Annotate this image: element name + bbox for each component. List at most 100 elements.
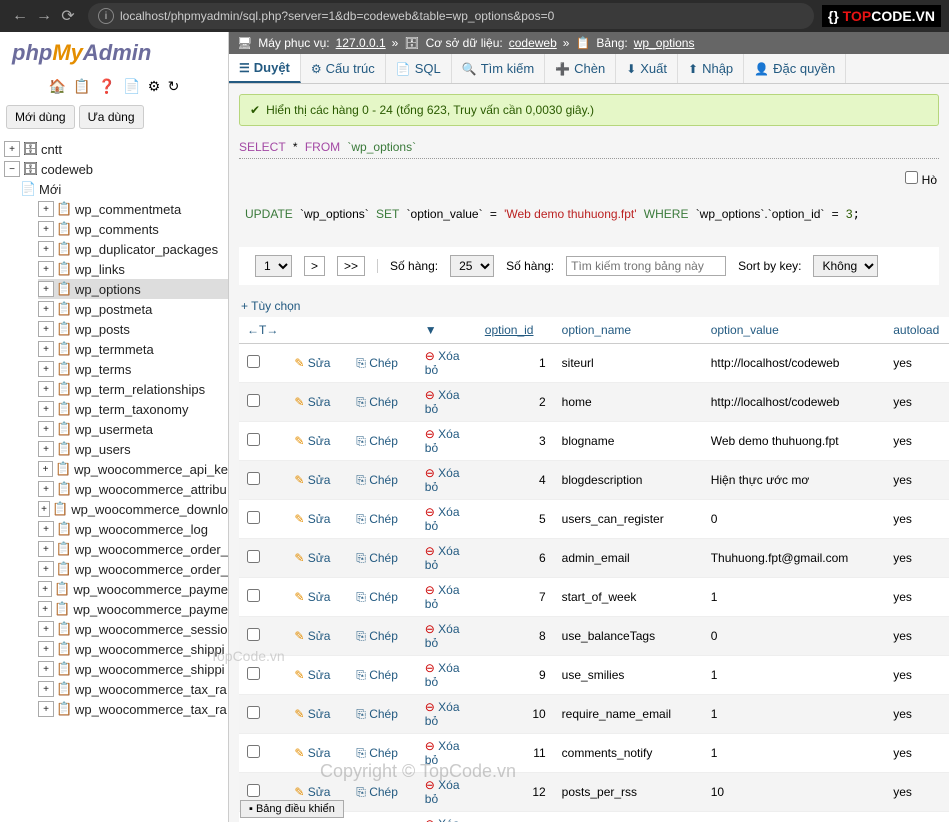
sort-key-select[interactable]: Không: [813, 255, 878, 277]
col-option-value[interactable]: option_value: [703, 317, 886, 344]
reload-nav-icon[interactable]: ↻: [168, 78, 180, 94]
tree-table-wp_woocommerce_tax_ra[interactable]: +📋wp_woocommerce_tax_ra: [38, 679, 228, 699]
profile-checkbox[interactable]: [905, 171, 918, 184]
row-checkbox[interactable]: [247, 394, 260, 407]
logout-icon[interactable]: 📋: [73, 78, 90, 94]
row-checkbox[interactable]: [247, 628, 260, 641]
edit-link[interactable]: ✎ Sửa: [286, 500, 348, 539]
copy-link[interactable]: ⎘ Chép: [348, 344, 417, 383]
tree-table-wp_term_taxonomy[interactable]: +📋wp_term_taxonomy: [38, 399, 228, 419]
tree-table-wp_woocommerce_api_ke[interactable]: +📋wp_woocommerce_api_ke: [38, 459, 228, 479]
tab-chèn[interactable]: ➕Chèn: [545, 54, 616, 83]
edit-link[interactable]: ✎ Sửa: [286, 617, 348, 656]
tree-table-wp_woocommerce_order_[interactable]: +📋wp_woocommerce_order_: [38, 539, 228, 559]
delete-link[interactable]: ⊖ Xóa bỏ: [417, 500, 477, 539]
edit-link[interactable]: ✎ Sửa: [286, 695, 348, 734]
settings-icon[interactable]: ⚙: [148, 78, 161, 94]
copy-link[interactable]: ⎘ Chép: [348, 461, 417, 500]
copy-link[interactable]: ⎘ Chép: [348, 812, 417, 822]
page-select[interactable]: 1: [255, 255, 292, 277]
tree-table-wp_woocommerce_tax_ra[interactable]: +📋wp_woocommerce_tax_ra: [38, 699, 228, 719]
last-page-button[interactable]: >>: [337, 256, 365, 276]
tree-db-codeweb[interactable]: −🗄codeweb: [0, 159, 228, 179]
tree-table-wp_woocommerce_shippi[interactable]: +📋wp_woocommerce_shippi: [38, 659, 228, 679]
edit-link[interactable]: ✎ Sửa: [286, 578, 348, 617]
breadcrumb-server[interactable]: 127.0.0.1: [336, 36, 386, 50]
reload-icon[interactable]: ⟳: [56, 4, 80, 28]
copy-link[interactable]: ⎘ Chép: [348, 500, 417, 539]
tab-nhập[interactable]: ⬆Nhập: [678, 54, 744, 83]
edit-link[interactable]: ✎ Sửa: [286, 383, 348, 422]
row-checkbox[interactable]: [247, 433, 260, 446]
copy-link[interactable]: ⎘ Chép: [348, 773, 417, 812]
rows-select[interactable]: 25: [450, 255, 494, 277]
row-checkbox[interactable]: [247, 511, 260, 524]
forward-icon[interactable]: →: [32, 4, 56, 28]
edit-link[interactable]: ✎ Sửa: [286, 539, 348, 578]
row-checkbox[interactable]: [247, 784, 260, 797]
delete-link[interactable]: ⊖ Xóa bỏ: [417, 344, 477, 383]
row-checkbox[interactable]: [247, 745, 260, 758]
delete-link[interactable]: ⊖ Xóa bỏ: [417, 422, 477, 461]
delete-link[interactable]: ⊖ Xóa bỏ: [417, 812, 477, 822]
delete-link[interactable]: ⊖ Xóa bỏ: [417, 578, 477, 617]
delete-link[interactable]: ⊖ Xóa bỏ: [417, 383, 477, 422]
tree-table-wp_term_relationships[interactable]: +📋wp_term_relationships: [38, 379, 228, 399]
delete-link[interactable]: ⊖ Xóa bỏ: [417, 773, 477, 812]
tab-sql[interactable]: 📄SQL: [386, 54, 452, 83]
delete-link[interactable]: ⊖ Xóa bỏ: [417, 695, 477, 734]
row-checkbox[interactable]: [247, 589, 260, 602]
tree-table-wp_woocommerce_shippi[interactable]: +📋wp_woocommerce_shippi: [38, 639, 228, 659]
tree-table-wp_woocommerce_payme[interactable]: +📋wp_woocommerce_payme: [38, 579, 228, 599]
console-button[interactable]: ▪ Bảng điều khiển: [240, 800, 344, 818]
back-icon[interactable]: ←: [8, 4, 32, 28]
recent-button[interactable]: Mới dùng: [6, 105, 75, 129]
info-icon[interactable]: i: [98, 8, 114, 24]
tab-cấu trúc[interactable]: ⚙Cấu trúc: [301, 54, 386, 83]
tree-table-wp_postmeta[interactable]: +📋wp_postmeta: [38, 299, 228, 319]
copy-link[interactable]: ⎘ Chép: [348, 656, 417, 695]
tab-đặc quyền[interactable]: 👤Đặc quyền: [744, 54, 846, 83]
copy-link[interactable]: ⎘ Chép: [348, 422, 417, 461]
tree-table-wp_woocommerce_downlo[interactable]: +📋wp_woocommerce_downlo: [38, 499, 228, 519]
options-toggle[interactable]: + Tùy chọn: [229, 295, 949, 317]
breadcrumb-db[interactable]: codeweb: [509, 36, 557, 50]
breadcrumb-table[interactable]: wp_options: [634, 36, 695, 50]
copy-link[interactable]: ⎘ Chép: [348, 617, 417, 656]
tree-table-wp_woocommerce_payme[interactable]: +📋wp_woocommerce_payme: [38, 599, 228, 619]
tree-table-wp_terms[interactable]: +📋wp_terms: [38, 359, 228, 379]
tree-table-wp_options[interactable]: +📋wp_options: [38, 279, 228, 299]
edit-link[interactable]: ✎ Sửa: [286, 422, 348, 461]
tree-db-cntt[interactable]: +🗄cntt: [0, 139, 228, 159]
delete-link[interactable]: ⊖ Xóa bỏ: [417, 461, 477, 500]
delete-link[interactable]: ⊖ Xóa bỏ: [417, 734, 477, 773]
sql-icon[interactable]: 📄: [123, 78, 140, 94]
favorites-button[interactable]: Ưa dùng: [79, 105, 144, 129]
copy-link[interactable]: ⎘ Chép: [348, 383, 417, 422]
edit-link[interactable]: ✎ Sửa: [286, 461, 348, 500]
row-checkbox[interactable]: [247, 472, 260, 485]
col-option-name[interactable]: option_name: [554, 317, 703, 344]
delete-link[interactable]: ⊖ Xóa bỏ: [417, 656, 477, 695]
url-bar[interactable]: i localhost/phpmyadmin/sql.php?server=1&…: [88, 3, 814, 29]
tree-table-wp_links[interactable]: +📋wp_links: [38, 259, 228, 279]
edit-link[interactable]: ✎ Sửa: [286, 344, 348, 383]
tree-table-wp_posts[interactable]: +📋wp_posts: [38, 319, 228, 339]
tree-table-wp_woocommerce_sessio[interactable]: +📋wp_woocommerce_sessio: [38, 619, 228, 639]
next-page-button[interactable]: >: [304, 256, 325, 276]
row-checkbox[interactable]: [247, 355, 260, 368]
tab-xuất[interactable]: ⬇Xuất: [616, 54, 678, 83]
col-autoload[interactable]: autoload: [885, 317, 949, 344]
copy-link[interactable]: ⎘ Chép: [348, 539, 417, 578]
row-checkbox[interactable]: [247, 550, 260, 563]
tab-duyệt[interactable]: ☰Duyệt: [229, 54, 301, 83]
tree-table-wp_commentmeta[interactable]: +📋wp_commentmeta: [38, 199, 228, 219]
copy-link[interactable]: ⎘ Chép: [348, 695, 417, 734]
tree-table-wp_usermeta[interactable]: +📋wp_usermeta: [38, 419, 228, 439]
tree-table-wp_comments[interactable]: +📋wp_comments: [38, 219, 228, 239]
tree-table-wp_duplicator_packages[interactable]: +📋wp_duplicator_packages: [38, 239, 228, 259]
edit-link[interactable]: ✎ Sửa: [286, 656, 348, 695]
row-checkbox[interactable]: [247, 706, 260, 719]
docs-icon[interactable]: ❓: [98, 78, 115, 94]
tree-table-wp_woocommerce_order_[interactable]: +📋wp_woocommerce_order_: [38, 559, 228, 579]
